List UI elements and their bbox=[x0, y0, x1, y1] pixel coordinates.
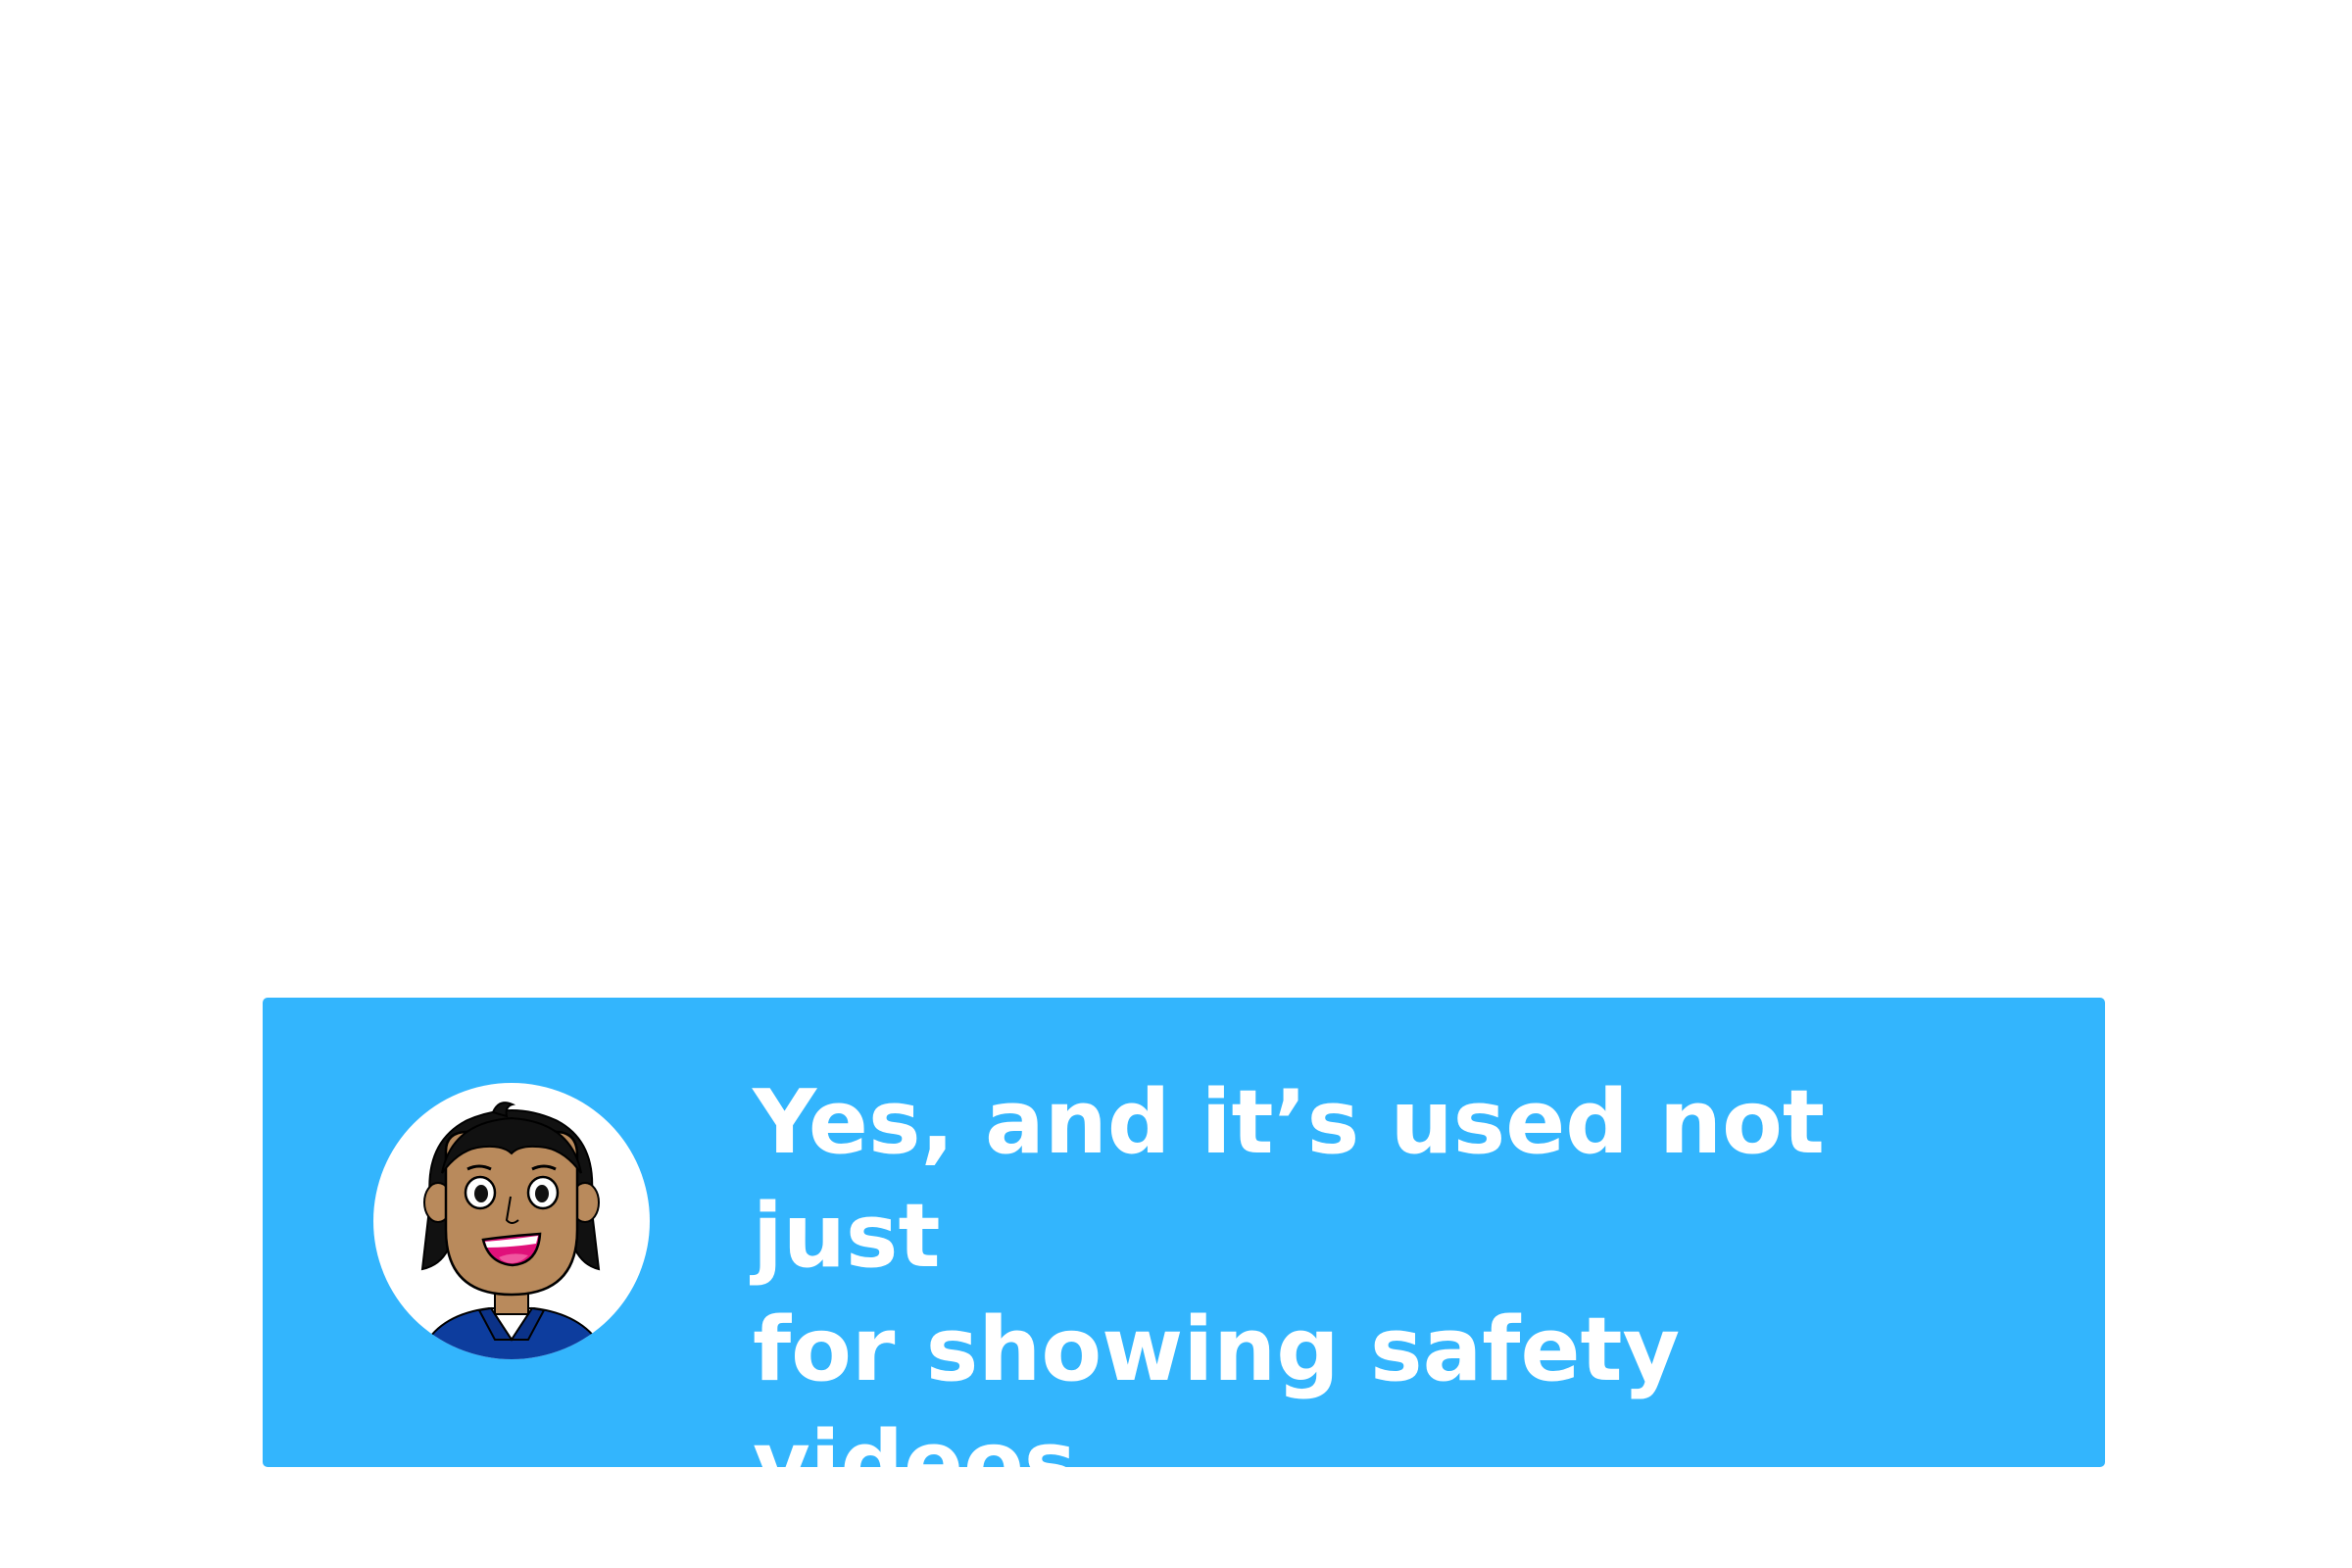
caption-bar: Yes, and it’s used not just for showing … bbox=[263, 998, 2105, 1568]
slide: Yes, and it’s used not just for showing … bbox=[0, 0, 2352, 1568]
caption-text: Yes, and it’s used not just for showing … bbox=[753, 1071, 1825, 1568]
smiling-person-avatar-icon bbox=[373, 1083, 650, 1359]
avatar bbox=[373, 1083, 650, 1359]
